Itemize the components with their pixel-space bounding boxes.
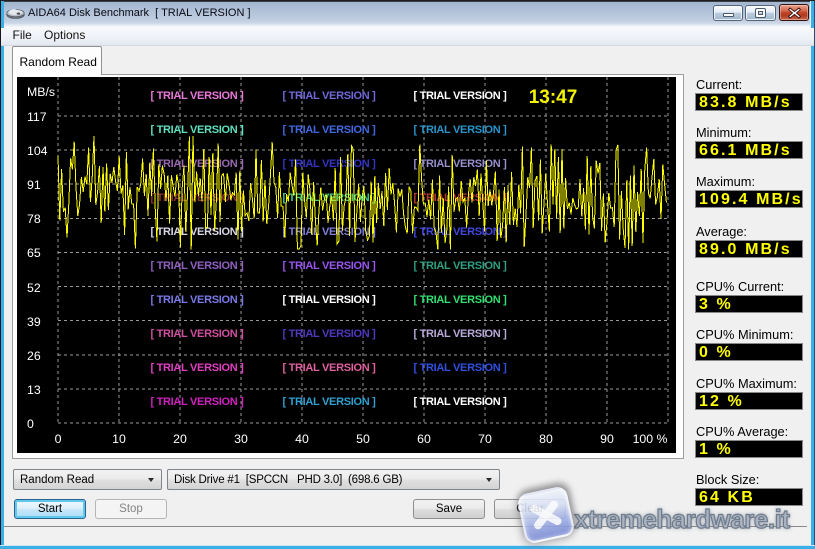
svg-text:65: 65 [27,246,41,260]
svg-text:[ TRIAL VERSION ]: [ TRIAL VERSION ] [150,362,244,374]
svg-text:[ TRIAL VERSION ]: [ TRIAL VERSION ] [150,294,244,306]
svg-text:30: 30 [234,432,248,446]
svg-text:[ TRIAL VERSION ]: [ TRIAL VERSION ] [282,260,376,272]
svg-text:[ TRIAL VERSION ]: [ TRIAL VERSION ] [413,158,507,170]
svg-text:[ TRIAL VERSION ]: [ TRIAL VERSION ] [282,158,376,170]
svg-text:[ TRIAL VERSION ]: [ TRIAL VERSION ] [150,158,244,170]
svg-text:[ TRIAL VERSION ]: [ TRIAL VERSION ] [282,90,376,102]
svg-text:104: 104 [27,144,48,158]
svg-text:117: 117 [27,110,47,124]
svg-text:52: 52 [27,281,41,295]
svg-text:[ TRIAL VERSION ]: [ TRIAL VERSION ] [150,260,244,272]
svg-text:70: 70 [478,432,492,446]
svg-text:26: 26 [27,349,41,363]
svg-text:[ TRIAL VERSION ]: [ TRIAL VERSION ] [413,90,507,102]
svg-text:39: 39 [27,315,41,329]
svg-text:40: 40 [295,432,309,446]
svg-text:[ TRIAL VERSION ]: [ TRIAL VERSION ] [413,362,507,374]
svg-text:[ TRIAL VERSION ]: [ TRIAL VERSION ] [150,226,244,238]
svg-text:[ TRIAL VERSION ]: [ TRIAL VERSION ] [413,226,507,238]
svg-text:[ TRIAL VERSION ]: [ TRIAL VERSION ] [282,362,376,374]
svg-text:[ TRIAL VERSION ]: [ TRIAL VERSION ] [282,396,376,408]
svg-text:[ TRIAL VERSION ]: [ TRIAL VERSION ] [282,124,376,136]
svg-text:[ TRIAL VERSION ]: [ TRIAL VERSION ] [150,124,244,136]
svg-text:80: 80 [539,432,553,446]
svg-text:0: 0 [27,417,34,431]
svg-text:[ TRIAL VERSION ]: [ TRIAL VERSION ] [150,90,244,102]
svg-text:[ TRIAL VERSION ]: [ TRIAL VERSION ] [282,328,376,340]
svg-text:10: 10 [112,432,126,446]
svg-text:MB/s: MB/s [27,85,55,99]
svg-text:0: 0 [55,432,62,446]
svg-text:[ TRIAL VERSION ]: [ TRIAL VERSION ] [150,396,244,408]
svg-text:[ TRIAL VERSION ]: [ TRIAL VERSION ] [413,260,507,272]
svg-text:100 %: 100 % [633,432,668,446]
svg-text:78: 78 [27,212,41,226]
svg-text:20: 20 [173,432,187,446]
svg-text:[ TRIAL VERSION ]: [ TRIAL VERSION ] [150,328,244,340]
svg-text:91: 91 [27,178,41,192]
svg-text:13: 13 [27,383,41,397]
svg-text:[ TRIAL VERSION ]: [ TRIAL VERSION ] [413,124,507,136]
svg-text:60: 60 [417,432,431,446]
svg-text:50: 50 [356,432,370,446]
svg-text:90: 90 [600,432,614,446]
svg-text:[ TRIAL VERSION ]: [ TRIAL VERSION ] [413,294,507,306]
svg-text:[ TRIAL VERSION ]: [ TRIAL VERSION ] [413,328,507,340]
svg-text:[ TRIAL VERSION ]: [ TRIAL VERSION ] [413,396,507,408]
svg-text:13:47: 13:47 [529,87,578,108]
svg-text:[ TRIAL VERSION ]: [ TRIAL VERSION ] [282,294,376,306]
